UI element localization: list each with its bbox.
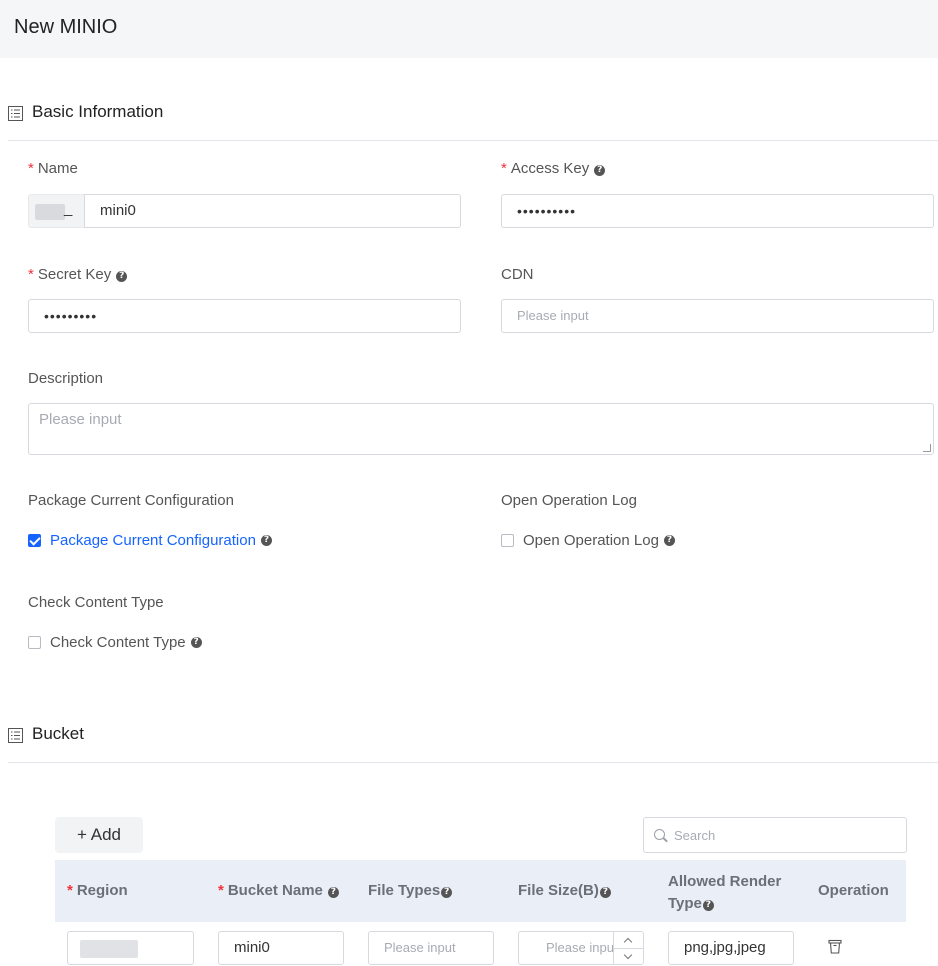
- operation-log-checkbox[interactable]: Open Operation Log?: [501, 532, 675, 549]
- prefix-separator: _: [64, 200, 73, 217]
- bucket-section-header: Bucket: [8, 715, 938, 763]
- list-icon: [8, 106, 23, 121]
- file-size-placeholder: Please input: [546, 940, 618, 955]
- add-bucket-button[interactable]: + Add: [55, 817, 143, 853]
- help-icon[interactable]: ?: [116, 271, 128, 282]
- access-key-input[interactable]: ••••••••••: [501, 194, 934, 228]
- list-icon: [8, 728, 23, 743]
- file-size-input[interactable]: Please input: [518, 931, 644, 965]
- bucket-table-header: * Region * Bucket Name? File Types? File S…: [55, 860, 906, 922]
- redacted-prefix: [35, 204, 65, 220]
- checkbox-icon[interactable]: [501, 534, 514, 547]
- cdn-label: CDN: [501, 266, 534, 283]
- content-type-label: Check Content Type: [28, 594, 164, 611]
- delete-icon[interactable]: [828, 939, 842, 954]
- required-mark: *: [28, 266, 34, 283]
- name-label: * Name: [28, 160, 78, 177]
- package-config-checkbox[interactable]: Package Current Configuration?: [28, 532, 272, 549]
- description-label: Description: [28, 370, 104, 387]
- required-mark: *: [218, 882, 224, 899]
- help-icon[interactable]: ?: [663, 535, 675, 546]
- section-title: Bucket: [32, 724, 84, 743]
- secret-key-label: * Secret Key?: [28, 266, 128, 283]
- access-key-label: * Access Key?: [501, 160, 606, 177]
- basic-information-section-header: Basic Information: [8, 93, 938, 141]
- region-select[interactable]: [67, 931, 194, 965]
- page-title: New MINIO: [14, 16, 118, 38]
- required-mark: *: [67, 882, 73, 899]
- allowed-render-type-input[interactable]: png,jpg,jpeg: [668, 931, 794, 965]
- file-types-input[interactable]: Please input: [368, 931, 494, 965]
- help-icon[interactable]: ?: [441, 887, 453, 898]
- search-icon: [654, 829, 665, 840]
- secret-key-input[interactable]: •••••••••: [28, 299, 461, 333]
- help-icon[interactable]: ?: [260, 535, 272, 546]
- package-config-checkbox-label: Package Current Configuration: [50, 532, 256, 549]
- content-type-checkbox[interactable]: Check Content Type?: [28, 634, 202, 651]
- cdn-input[interactable]: Please input: [501, 299, 934, 333]
- file-size-stepper[interactable]: [613, 932, 643, 964]
- package-config-label: Package Current Configuration: [28, 492, 234, 509]
- column-file-types: File Types?: [368, 882, 453, 899]
- help-icon[interactable]: ?: [190, 637, 202, 648]
- resize-handle[interactable]: [923, 444, 931, 452]
- description-placeholder: Please input: [39, 411, 122, 428]
- redacted-region: [80, 940, 138, 958]
- checkbox-icon[interactable]: [28, 636, 41, 649]
- column-file-size: File Size(B)?: [518, 882, 611, 899]
- name-input[interactable]: mini0: [84, 194, 461, 228]
- required-mark: *: [28, 160, 34, 177]
- search-placeholder: Search: [674, 828, 716, 843]
- description-textarea[interactable]: Please input: [28, 403, 934, 455]
- help-icon[interactable]: ?: [702, 900, 714, 911]
- content-type-checkbox-label: Check Content Type: [50, 634, 186, 651]
- chevron-up-icon[interactable]: [614, 932, 643, 948]
- checkbox-checked-icon[interactable]: [28, 534, 41, 547]
- column-region: * Region: [67, 882, 128, 899]
- column-bucket-name: * Bucket Name?: [218, 882, 339, 899]
- operation-log-label: Open Operation Log: [501, 492, 637, 509]
- operation-log-checkbox-label: Open Operation Log: [523, 532, 659, 549]
- chevron-down-icon[interactable]: [614, 948, 643, 964]
- page-header: New MINIO: [0, 0, 938, 58]
- help-icon[interactable]: ?: [327, 887, 339, 898]
- section-title: Basic Information: [32, 102, 164, 121]
- name-prefix: _: [28, 194, 85, 228]
- bucket-search-input[interactable]: Search: [643, 817, 907, 853]
- column-operation: Operation: [818, 882, 889, 899]
- help-icon[interactable]: ?: [599, 887, 611, 898]
- help-icon[interactable]: ?: [594, 165, 606, 176]
- required-mark: *: [501, 160, 507, 177]
- column-allowed-render-type: Allowed Render Type?: [668, 873, 782, 912]
- bucket-name-input[interactable]: mini0: [218, 931, 344, 965]
